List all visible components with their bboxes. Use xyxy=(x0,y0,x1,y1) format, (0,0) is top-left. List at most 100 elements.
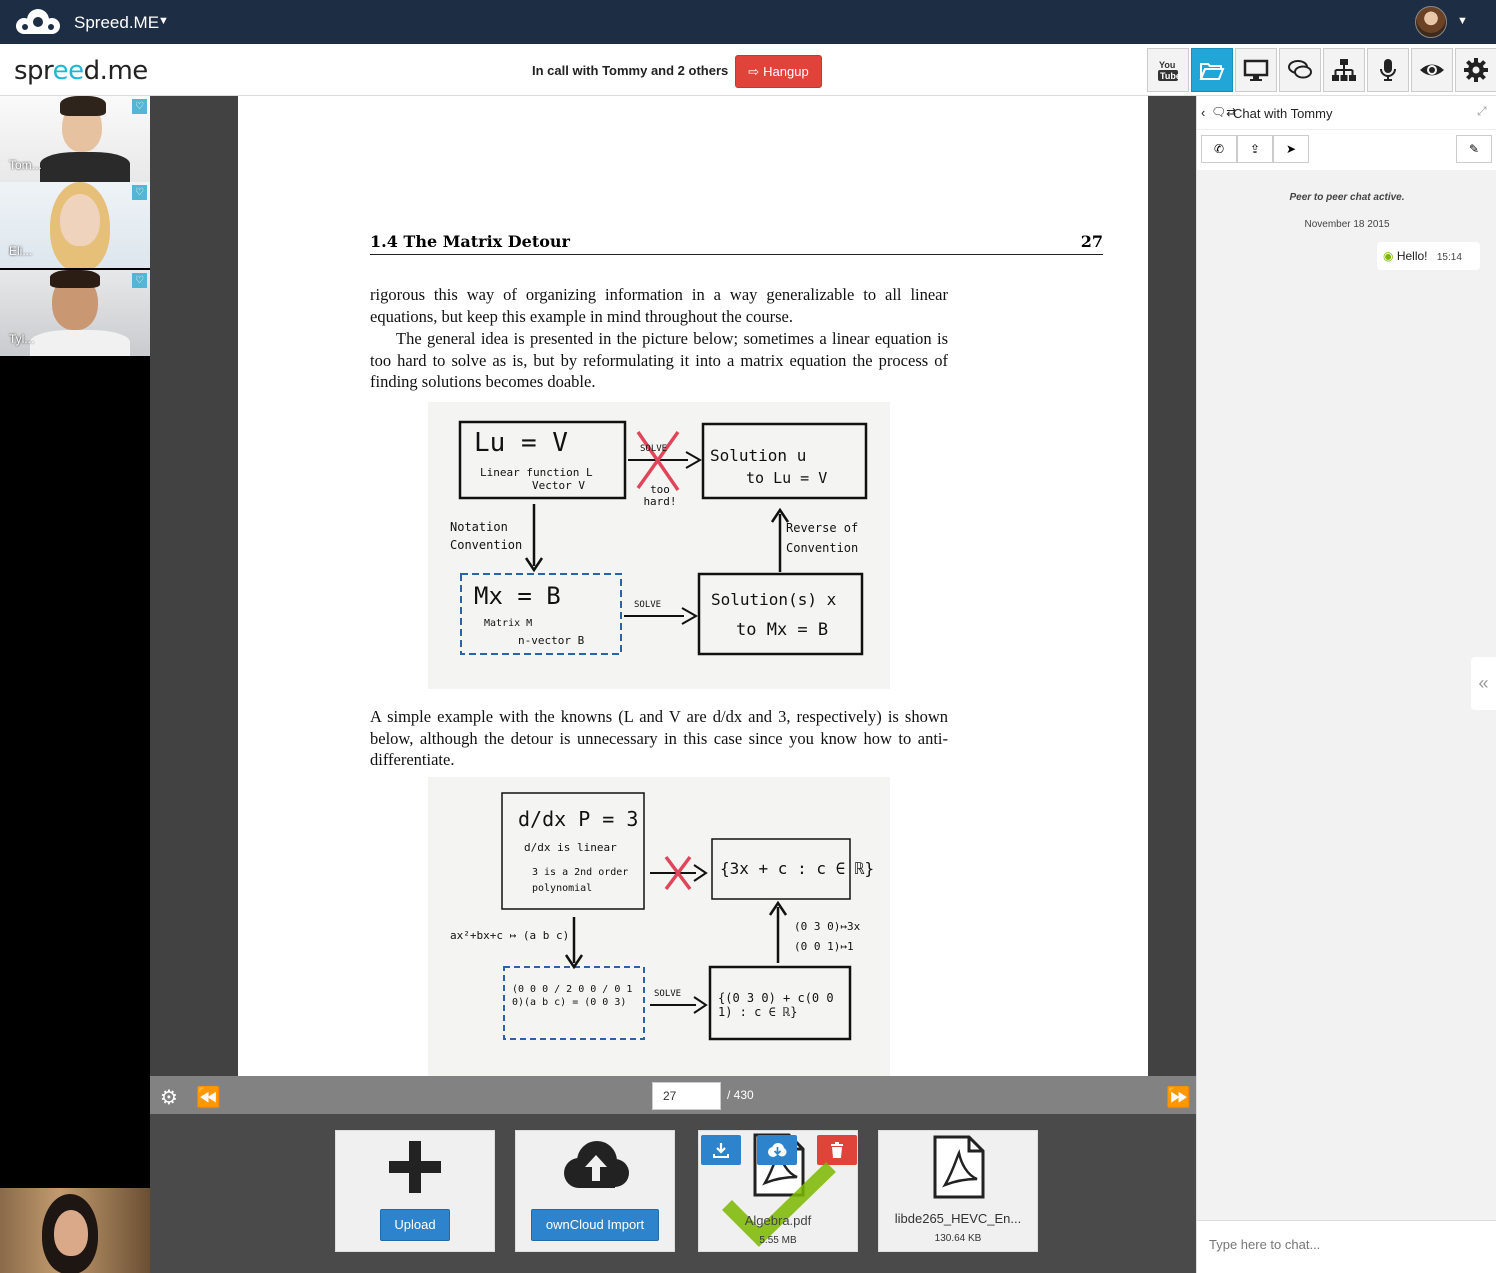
viewer-margin-left xyxy=(150,96,238,1076)
gear-icon xyxy=(1464,58,1488,82)
network-button[interactable] xyxy=(1323,48,1365,92)
screen-share-icon xyxy=(1243,59,1269,81)
chat-toolbar: ✆ ⇪ ➤ ✎ xyxy=(1197,130,1496,170)
visibility-button[interactable] xyxy=(1411,48,1453,92)
collapse-sidebar-icon[interactable]: « xyxy=(1471,657,1496,710)
chevron-left-icon[interactable]: ‹ xyxy=(1201,105,1205,120)
chat-header: ‹ 🗨⇄ Chat with Tommy ⤢ xyxy=(1197,96,1496,130)
fig2-box2-main: {3x + c : c ∈ ℝ} xyxy=(720,859,875,878)
chat-status: Peer to peer chat active. xyxy=(1289,192,1405,203)
download-icon xyxy=(713,1143,729,1158)
cloud-logo-icon[interactable] xyxy=(12,8,64,36)
share-location-button[interactable]: ➤ xyxy=(1273,135,1309,163)
upload-tile[interactable]: Upload xyxy=(335,1130,495,1252)
message-time: 15:14 xyxy=(1436,252,1462,263)
microphone-icon xyxy=(1380,59,1396,81)
chat-button[interactable] xyxy=(1279,48,1321,92)
video-name: Tyl... xyxy=(9,332,35,346)
upload-button[interactable]: Upload xyxy=(380,1209,450,1241)
fig1-solve: SOLVE xyxy=(634,600,662,610)
cloud-download-icon xyxy=(768,1143,787,1157)
pdf-page[interactable]: 1.4 The Matrix Detour 27 rigorous this w… xyxy=(238,96,1148,1076)
files-button[interactable] xyxy=(1191,48,1233,92)
app-name[interactable]: Spreed.ME xyxy=(74,13,159,33)
youtube-icon: YouTube xyxy=(1158,60,1181,81)
fig1-box3-main: Mx = B xyxy=(474,582,561,610)
fig2-box1-main: d/dx P = 3 xyxy=(518,807,639,831)
settings-gears-icon[interactable]: ⚙ xyxy=(160,1085,178,1110)
app-menu-caret-icon[interactable]: ▼ xyxy=(158,15,169,27)
chat-panel: ‹ 🗨⇄ Chat with Tommy ⤢ ✆ ⇪ ➤ ✎ Peer to p… xyxy=(1196,96,1496,1273)
trash-icon xyxy=(831,1142,843,1158)
page-total: / 430 xyxy=(727,1088,754,1102)
fig1-notation: Notation Convention xyxy=(450,520,523,552)
video-name: Eli... xyxy=(9,244,33,258)
chat-icon xyxy=(1288,60,1312,79)
page-number-input[interactable] xyxy=(652,1082,721,1110)
file-tile-algebra[interactable]: Algebra.pdf 5.55 MB xyxy=(698,1130,858,1252)
eraser-icon: ✎ xyxy=(1468,142,1480,156)
fig2-solve: SOLVE xyxy=(654,989,682,999)
fig1-box3-sub2: n-vector B xyxy=(518,634,585,647)
viewer-margin-right xyxy=(1148,96,1196,1076)
fig1-too-hard: too hard! xyxy=(643,483,677,508)
fig1-box1-main: Lu = V xyxy=(474,428,568,458)
hangup-button[interactable]: ⇨ Hangup xyxy=(735,55,822,88)
next-page-icon[interactable]: ⏩ xyxy=(1166,1085,1191,1110)
paragraph: A simple example with the knowns (L and … xyxy=(370,707,948,770)
chat-input[interactable]: Type here to chat... xyxy=(1197,1220,1496,1273)
file-size: 130.64 KB xyxy=(934,1233,982,1244)
read-receipt-eye-icon: ◉ xyxy=(1383,249,1394,263)
figure-derivative-example: d/dx P = 3 d/dx is linear 3 is a 2nd ord… xyxy=(428,777,890,1076)
remote-video-eli[interactable]: ♡ Eli... xyxy=(0,182,150,268)
svg-text:Tube: Tube xyxy=(1160,71,1181,81)
pdf-file-icon xyxy=(933,1135,985,1199)
remote-video-tommy[interactable]: ♡ Tom... xyxy=(0,96,150,182)
file-bar: Upload ownCloud Import Algebra.pdf 5.55 … xyxy=(150,1114,1196,1273)
network-icon xyxy=(1332,59,1356,81)
fig1-box1-sub2: Vector V xyxy=(532,479,585,492)
video-name: Tom... xyxy=(9,158,42,172)
phone-icon: ✆ xyxy=(1213,142,1225,156)
chat-message: ◉ Hello! 15:14 xyxy=(1377,242,1480,270)
heart-badge-icon: ♡ xyxy=(132,273,147,288)
chat-title: Chat with Tommy xyxy=(1233,106,1333,121)
call-button[interactable]: ✆ xyxy=(1201,135,1237,163)
settings-button[interactable] xyxy=(1455,48,1496,92)
paragraph: The general idea is presented in the pic… xyxy=(370,329,948,392)
fig1-box1-sub1: Linear function L xyxy=(480,466,593,479)
heart-badge-icon: ♡ xyxy=(132,185,147,200)
local-video[interactable] xyxy=(0,1188,150,1273)
owncloud-import-button[interactable]: ownCloud Import xyxy=(531,1209,659,1241)
document-viewer: 1.4 The Matrix Detour 27 rigorous this w… xyxy=(150,96,1196,1273)
fig1-reverse: Reverse of Convention xyxy=(786,521,859,555)
owncloud-import-tile[interactable]: ownCloud Import xyxy=(515,1130,675,1252)
fig2-right-map: (0 3 0)↦3x (0 0 1)↦1 xyxy=(794,920,861,953)
page-number: 27 xyxy=(1080,232,1103,251)
screen-share-button[interactable] xyxy=(1235,48,1277,92)
spreedme-logo: spreed.me xyxy=(14,56,148,86)
file-tile-libde265[interactable]: libde265_HEVC_En... 130.64 KB xyxy=(878,1130,1038,1252)
message-text: Hello! xyxy=(1396,249,1428,263)
youtube-button[interactable]: You Tube xyxy=(1147,48,1189,92)
fig2-box4-main: {(0 3 0) + c(0 0 1) : c ∈ ℝ} xyxy=(718,991,834,1019)
section-title: 1.4 The Matrix Detour xyxy=(370,232,570,251)
paragraph: rigorous this way of organizing informat… xyxy=(370,285,948,326)
expand-icon[interactable]: ⤢ xyxy=(1477,104,1487,119)
video-column: ♡ Tom... ♡ Eli... ♡ Tyl... xyxy=(0,96,150,1273)
share-file-button[interactable]: ⇪ xyxy=(1237,135,1273,163)
page-header: 1.4 The Matrix Detour 27 xyxy=(370,232,1103,255)
previous-page-icon[interactable]: ⏪ xyxy=(196,1085,221,1110)
user-menu-caret-icon[interactable]: ▼ xyxy=(1457,15,1468,27)
svg-text:You: You xyxy=(1159,60,1175,70)
cloud-upload-icon xyxy=(564,1141,629,1188)
pager-bar: ⚙ ⏪ / 430 ⏩ xyxy=(150,1076,1196,1114)
microphone-button[interactable] xyxy=(1367,48,1409,92)
folder-icon xyxy=(1199,63,1225,80)
fig2-left-map: ax²+bx+c ↦ (a b c) xyxy=(450,929,570,942)
user-avatar[interactable] xyxy=(1415,6,1447,38)
remote-video-tyler[interactable]: ♡ Tyl... xyxy=(0,270,150,356)
clear-chat-button[interactable]: ✎ xyxy=(1456,135,1492,163)
fig2-box1-sub1: d/dx is linear xyxy=(524,841,617,854)
fig2-box3-main: (0 0 0 / 2 0 0 / 0 1 0)(a b c) = (0 0 3) xyxy=(512,984,633,1008)
